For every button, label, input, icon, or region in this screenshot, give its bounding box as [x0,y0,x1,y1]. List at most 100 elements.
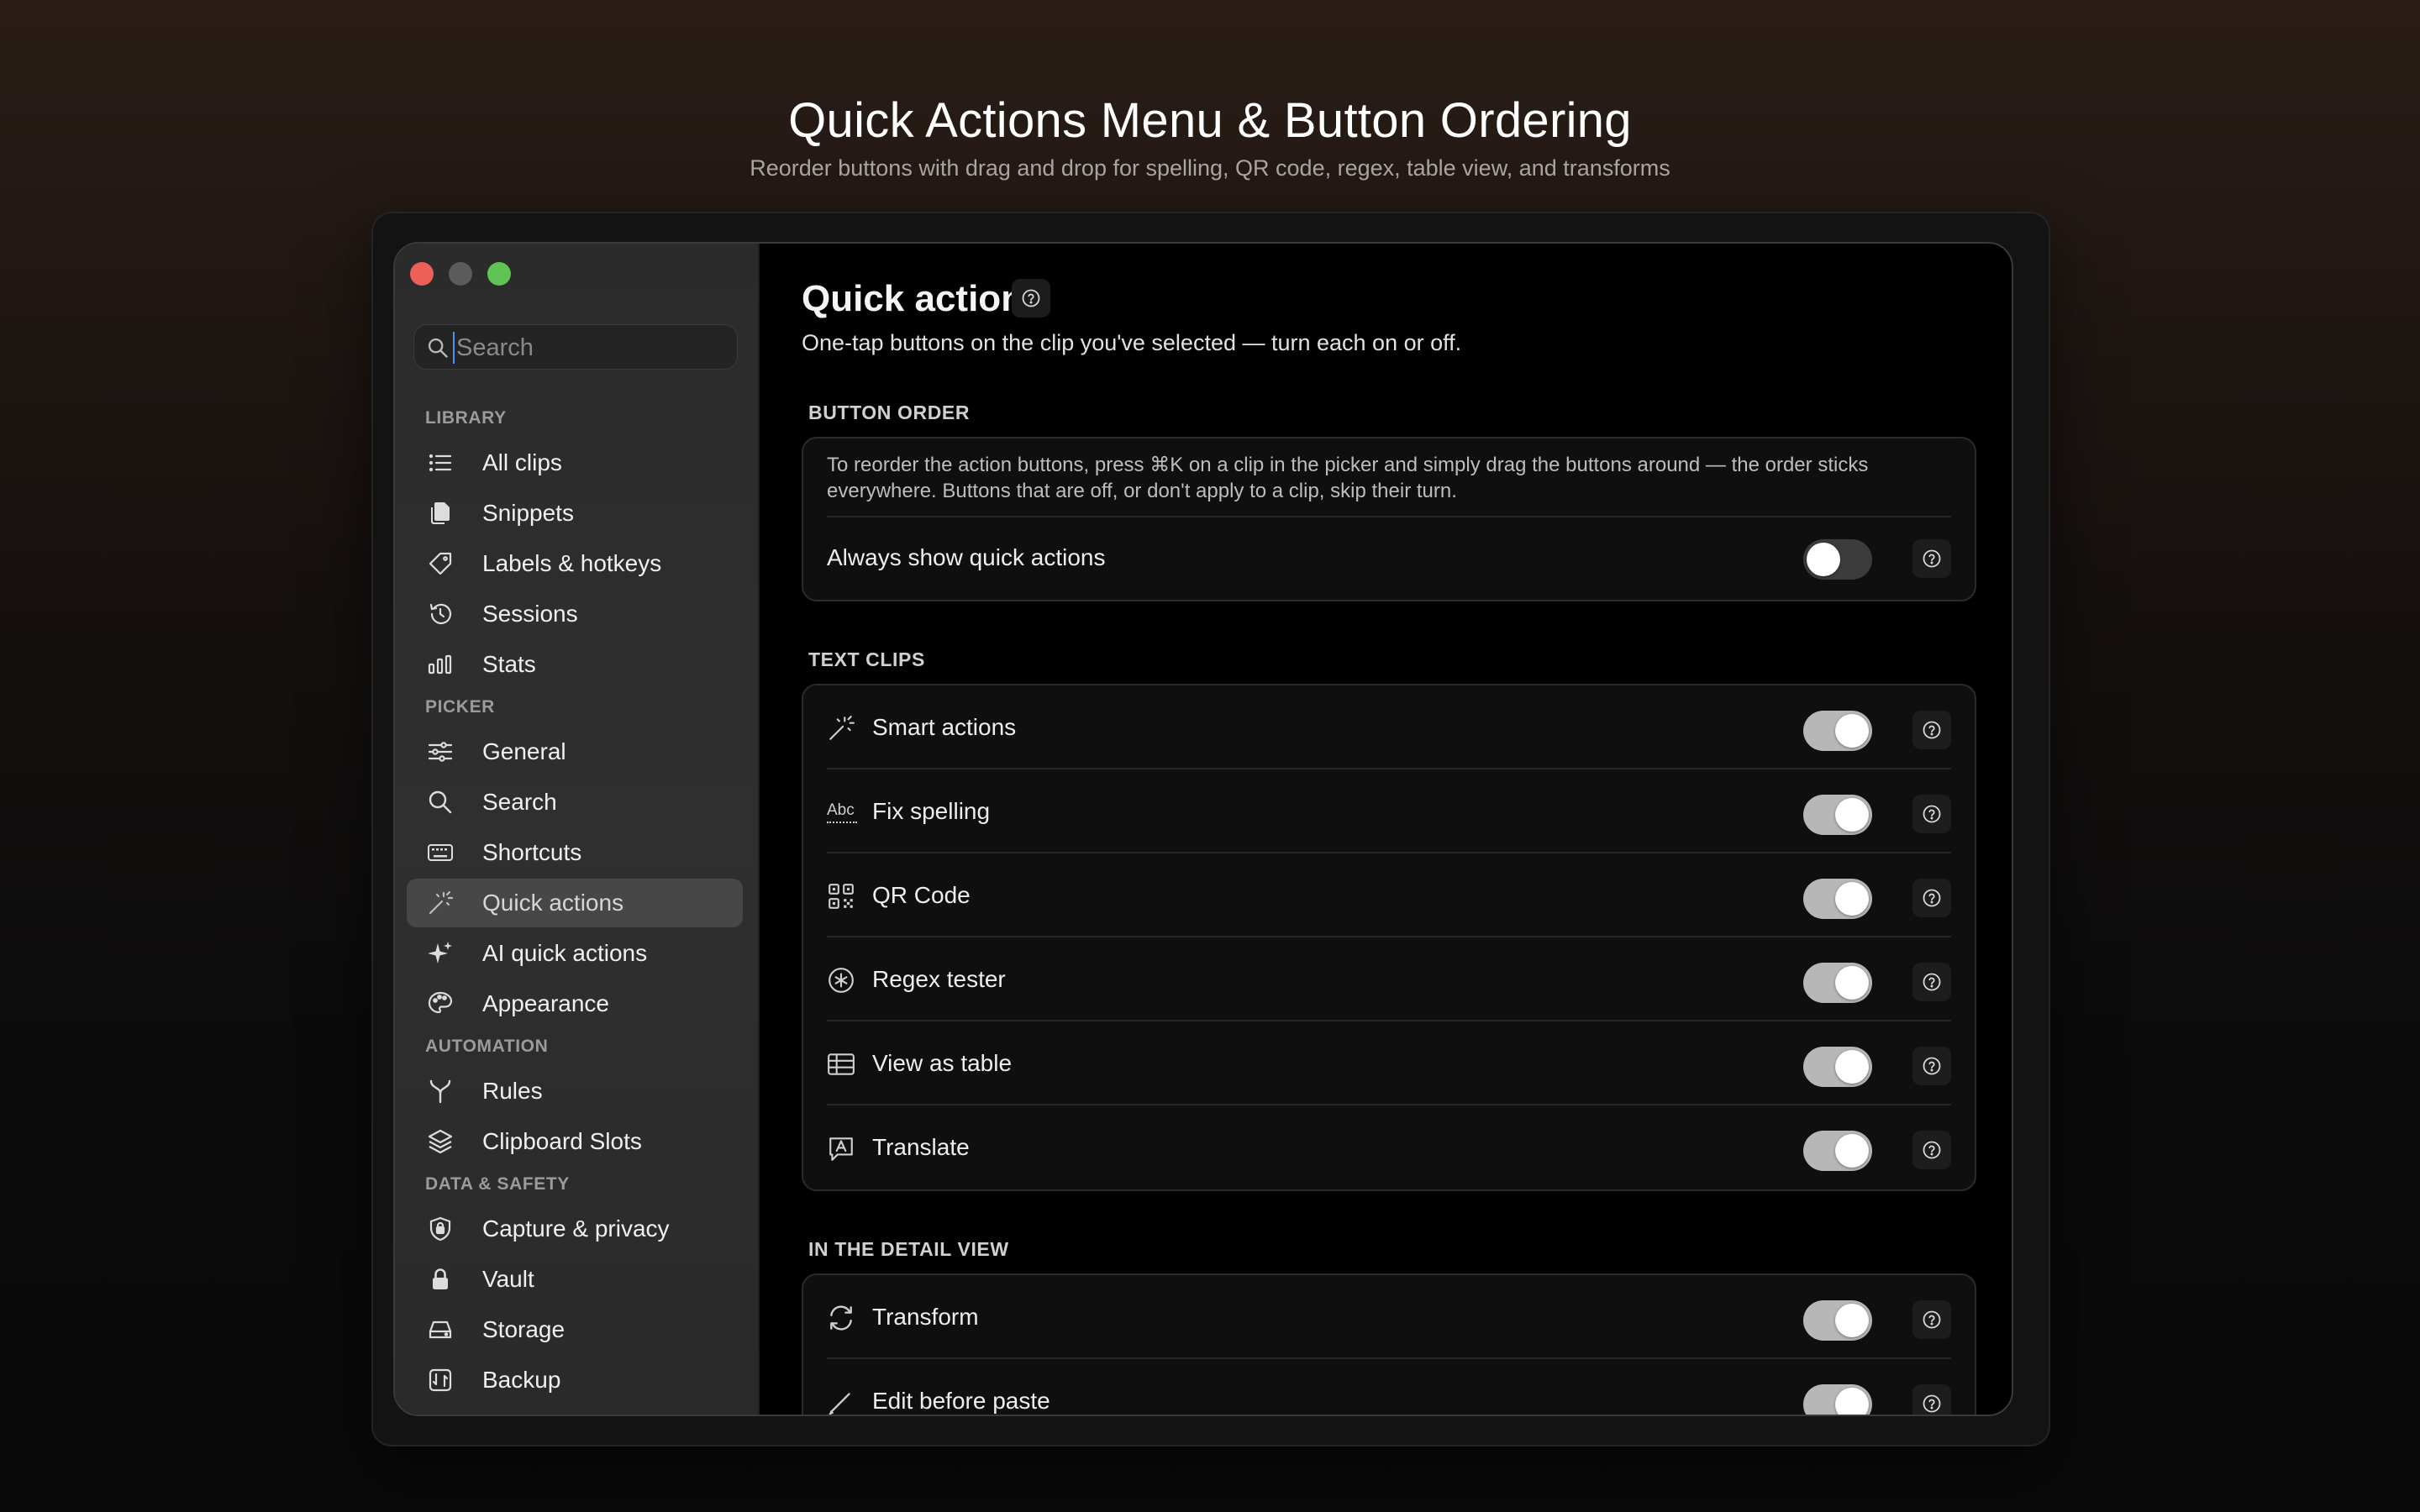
sidebar-item-label: Rules [482,1078,543,1104]
bar-chart-icon [428,654,452,675]
row-qr-code: QR Code [827,853,1951,937]
group-label-text-clips: TEXT CLIPS [808,648,925,670]
edit-before-paste-toggle[interactable] [1803,1384,1872,1415]
title-help-button[interactable] [1012,279,1050,318]
group-label-button-order: BUTTON ORDER [808,402,971,423]
row-label: Translate [872,1134,970,1160]
question-circle-icon [1923,1141,1941,1159]
sidebar-item-label: Shortcuts [482,839,582,865]
view-as-table-toggle[interactable] [1803,1047,1872,1087]
sidebar-item-label: Stats [482,651,536,677]
sliders-icon [428,742,453,762]
sparkles-icon [428,942,452,963]
view-as-table-help-button[interactable] [1912,1047,1951,1085]
keyboard-icon [428,844,453,861]
regex-tester-help-button[interactable] [1912,963,1951,1001]
settings-window: LIBRARY All clips Snippets Labels & hotk… [393,242,2013,1416]
row-translate: Translate [827,1105,1951,1189]
sidebar-item-general[interactable]: General [407,727,743,776]
sidebar-item-clipboard-slots[interactable]: Clipboard Slots [407,1117,743,1166]
sidebar-item-ai-quick-actions[interactable]: AI quick actions [407,929,743,978]
sidebar-item-snippets[interactable]: Snippets [407,489,743,538]
sidebar-item-label: Clipboard Slots [482,1128,642,1154]
sidebar-item-label: Backup [482,1367,561,1393]
close-window-button[interactable] [410,262,434,286]
always-show-toggle[interactable] [1803,539,1872,580]
sidebar-item-capture-privacy[interactable]: Capture & privacy [407,1205,743,1253]
section-label-automation: AUTOMATION [425,1037,549,1056]
group-label-detail-view: IN THE DETAIL VIEW [808,1238,1009,1260]
edit-before-paste-help-button[interactable] [1912,1384,1951,1415]
sidebar-item-vault[interactable]: Vault [407,1255,743,1304]
reorder-note: To reorder the action buttons, press ⌘K … [827,454,1869,502]
row-label: Transform [872,1304,979,1330]
palette-icon [428,991,453,1014]
regex-tester-toggle[interactable] [1803,963,1872,1003]
question-circle-icon [1923,721,1941,739]
question-circle-icon [1923,889,1941,907]
qr-code-icon [829,884,854,909]
row-label: Edit before paste [872,1388,1050,1414]
sidebar-item-sessions[interactable]: Sessions [407,590,743,638]
sidebar-item-quick-actions[interactable]: Quick actions [407,879,743,927]
hero-subtitle: Reorder buttons with drag and drop for s… [750,155,1670,181]
row-transform: Transform [827,1275,1951,1359]
spellcheck-icon: Abc [827,798,857,823]
sidebar-item-search[interactable]: Search [407,778,743,827]
smart-actions-toggle[interactable] [1803,711,1872,751]
pencil-icon [829,1393,850,1415]
row-edit-before-paste: Edit before paste [827,1359,1951,1415]
translate-icon [829,1137,853,1161]
qr-code-help-button[interactable] [1912,879,1951,917]
sidebar-item-label: Sessions [482,601,578,627]
backup-arrows-icon [429,1368,452,1392]
list-icon [429,454,452,472]
question-circle-icon [1022,289,1040,307]
question-circle-icon [1923,1394,1941,1413]
documents-icon [431,502,450,524]
sidebar-item-storage[interactable]: Storage [407,1305,743,1354]
fix-spelling-toggle[interactable] [1803,795,1872,835]
always-show-label: Always show quick actions [827,544,1106,570]
sidebar-item-label: General [482,738,566,764]
sidebar-search[interactable] [413,324,738,370]
question-circle-icon [1923,973,1941,991]
qr-code-toggle[interactable] [1803,879,1872,919]
row-label: View as table [872,1050,1013,1076]
transform-help-button[interactable] [1912,1300,1951,1339]
section-label-data-safety: DATA & SAFETY [425,1174,570,1194]
main-pane: Quick actions One-tap buttons on the cli… [760,244,2012,1415]
table-icon [828,1053,855,1075]
sidebar-item-label: Capture & privacy [482,1215,670,1242]
transform-toggle[interactable] [1803,1300,1872,1341]
section-label-picker: PICKER [425,697,495,717]
sidebar-item-label: Quick actions [482,890,624,916]
sidebar-item-label: Labels & hotkeys [482,550,662,576]
row-label: Regex tester [872,966,1006,992]
question-circle-icon [1923,549,1941,568]
row-label: Smart actions [872,714,1017,740]
translate-help-button[interactable] [1912,1131,1951,1169]
page-description: One-tap buttons on the clip you've selec… [802,330,1462,355]
sidebar-item-labels-hotkeys[interactable]: Labels & hotkeys [407,539,743,588]
sidebar-item-label: AI quick actions [482,940,648,966]
minimize-window-button[interactable] [449,262,472,286]
translate-toggle[interactable] [1803,1131,1872,1171]
question-circle-icon [1923,805,1941,823]
row-always-show: Always show quick actions [827,517,1951,601]
drive-icon [429,1320,452,1339]
fix-spelling-help-button[interactable] [1912,795,1951,833]
sidebar-item-all-clips[interactable]: All clips [407,438,743,487]
smart-actions-help-button[interactable] [1912,711,1951,749]
sidebar-item-appearance[interactable]: Appearance [407,979,743,1028]
row-label: QR Code [872,882,971,908]
zoom-window-button[interactable] [487,262,511,286]
detail-view-card: Transform Edit before paste [802,1273,1976,1415]
sidebar-item-rules[interactable]: Rules [407,1067,743,1116]
sidebar-item-stats[interactable]: Stats [407,640,743,689]
search-input[interactable] [453,332,727,364]
sidebar-item-backup[interactable]: Backup [407,1356,743,1404]
always-show-help-button[interactable] [1912,539,1951,578]
sidebar-item-label: Appearance [482,990,610,1016]
sidebar-item-shortcuts[interactable]: Shortcuts [407,828,743,877]
